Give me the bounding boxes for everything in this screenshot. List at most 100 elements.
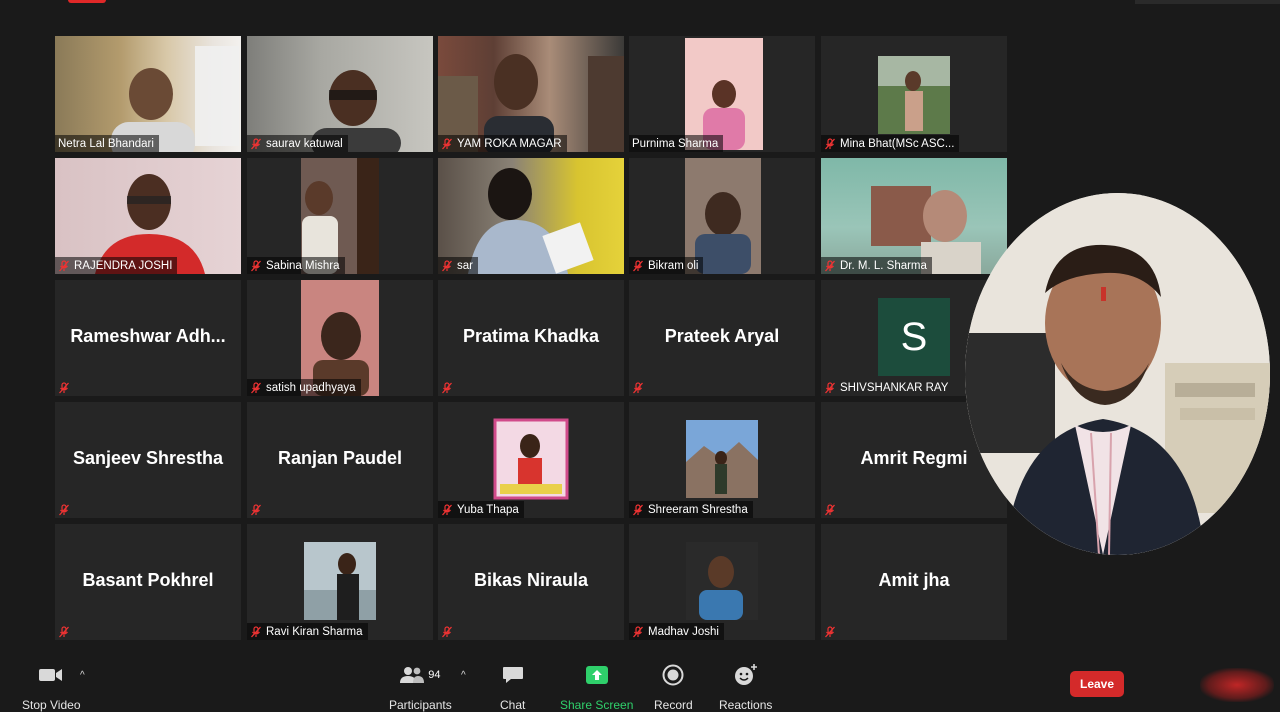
participant-name: Purnima Sharma <box>632 137 719 150</box>
participant-name-tag: sar <box>438 257 478 274</box>
participant-name-tag: Sabina Mishra <box>247 257 345 274</box>
participant-tile[interactable]: Rameshwar Adh... <box>55 280 241 396</box>
participant-name-tag: Mina Bhat(MSc ASC... <box>821 135 960 152</box>
mic-muted-icon <box>250 381 262 394</box>
participant-tile[interactable]: Pratima Khadka <box>438 280 624 396</box>
mic-muted-icon <box>250 259 262 272</box>
participant-tile[interactable]: Basant Pokhrel <box>55 524 241 640</box>
participant-name-tag: satish upadhyaya <box>247 379 361 396</box>
participant-name-tag: Purnima Sharma <box>629 135 724 152</box>
participant-tile[interactable]: Yuba Thapa <box>438 402 624 518</box>
participant-name: YAM ROKA MAGAR <box>457 137 562 150</box>
participant-tile[interactable]: Ravi Kiran Sharma <box>247 524 433 640</box>
participants-count: 94 <box>428 669 441 681</box>
share-screen-icon <box>585 662 609 688</box>
mic-muted-icon <box>441 137 453 150</box>
participant-name: Netra Lal Bhandari <box>58 137 154 150</box>
participant-tile[interactable]: Mina Bhat(MSc ASC... <box>821 36 1007 152</box>
stop-video-button[interactable]: Stop Video <box>22 662 81 712</box>
participant-name-tag <box>247 501 271 518</box>
mic-muted-icon <box>824 625 836 638</box>
reactions-smiley-icon <box>734 662 758 688</box>
participant-display-name: Rameshwar Adh... <box>70 326 226 346</box>
reactions-label: Reactions <box>719 698 773 712</box>
mic-muted-icon <box>824 137 836 150</box>
blurred-red-element <box>1200 668 1274 702</box>
participant-tile[interactable]: RAJENDRA JOSHI <box>55 158 241 274</box>
participant-tile[interactable]: sar <box>438 158 624 274</box>
participant-display-name: Basant Pokhrel <box>82 570 214 590</box>
participant-name: satish upadhyaya <box>266 381 356 394</box>
record-label: Record <box>654 698 693 712</box>
participant-name-tag: Yuba Thapa <box>438 501 524 518</box>
participant-name-tag: Netra Lal Bhandari <box>55 135 159 152</box>
participant-name-tag <box>629 379 653 396</box>
video-camera-icon <box>38 662 64 688</box>
mic-muted-icon <box>441 503 453 516</box>
record-icon <box>662 662 684 688</box>
participants-label: Participants <box>389 698 452 712</box>
chat-button[interactable]: Chat <box>500 662 525 712</box>
participant-tile[interactable]: Dr. M. L. Sharma <box>821 158 1007 274</box>
record-button[interactable]: Record <box>654 662 693 712</box>
mic-muted-icon <box>824 503 836 516</box>
mic-muted-icon <box>250 503 262 516</box>
overlay-portrait-photo <box>965 193 1270 555</box>
mic-muted-icon <box>632 503 644 516</box>
participants-icon: 94 <box>400 662 440 688</box>
participant-display-name: Sanjeev Shrestha <box>72 448 224 468</box>
mic-muted-icon <box>58 381 70 394</box>
participant-name-tag: Shreeram Shrestha <box>629 501 753 518</box>
participants-options-chevron-up-icon[interactable]: ^ <box>461 670 466 681</box>
gallery-grid: Netra Lal Bhandari saurav katuwal YAM RO… <box>55 36 1007 640</box>
participant-name-tag: SHIVSHANKAR RAY <box>821 379 953 396</box>
participant-name-tag <box>438 623 462 640</box>
participant-name-tag <box>821 501 845 518</box>
top-bar <box>0 0 1280 20</box>
participant-name: SHIVSHANKAR RAY <box>840 381 949 394</box>
top-right-edge <box>1135 0 1280 4</box>
participant-tile[interactable]: Sabina Mishra <box>247 158 433 274</box>
mic-muted-icon <box>250 137 262 150</box>
mic-muted-icon <box>441 625 453 638</box>
participant-tile[interactable]: Sanjeev Shrestha <box>55 402 241 518</box>
mic-muted-icon <box>441 259 453 272</box>
participant-tile-active-speaker[interactable]: Purnima Sharma <box>629 36 815 152</box>
mic-muted-icon <box>632 381 644 394</box>
participant-display-name: Pratima Khadka <box>462 326 600 346</box>
mic-muted-icon <box>632 625 644 638</box>
share-screen-button[interactable]: Share Screen <box>560 662 633 712</box>
participant-name: Bikram oli <box>648 259 699 272</box>
mic-muted-icon <box>824 259 836 272</box>
participant-tile[interactable]: Netra Lal Bhandari <box>55 36 241 152</box>
participant-name-tag <box>55 623 79 640</box>
video-options-chevron-up-icon[interactable]: ^ <box>80 670 85 681</box>
participant-name: saurav katuwal <box>266 137 343 150</box>
participant-name-tag: RAJENDRA JOSHI <box>55 257 178 274</box>
participants-button[interactable]: 94 Participants <box>389 662 452 712</box>
participant-name-tag <box>821 623 845 640</box>
participant-name: Madhav Joshi <box>648 625 719 638</box>
leave-meeting-button[interactable]: Leave <box>1070 671 1124 697</box>
participant-tile[interactable]: Amit jha <box>821 524 1007 640</box>
participant-tile[interactable]: Bikas Niraula <box>438 524 624 640</box>
participant-tile[interactable]: Madhav Joshi <box>629 524 815 640</box>
participant-name: Mina Bhat(MSc ASC... <box>840 137 955 150</box>
participant-name-tag: Madhav Joshi <box>629 623 724 640</box>
participant-tile[interactable]: Shreeram Shrestha <box>629 402 815 518</box>
participant-tile[interactable]: Ranjan Paudel <box>247 402 433 518</box>
participant-tile[interactable]: saurav katuwal <box>247 36 433 152</box>
mic-muted-icon <box>250 625 262 638</box>
mic-muted-icon <box>58 503 70 516</box>
participant-name: sar <box>457 259 473 272</box>
meeting-controls-bar: Stop Video ^ 94 Participants ^ Chat Shar… <box>0 656 1280 712</box>
mic-muted-icon <box>632 259 644 272</box>
participant-tile[interactable]: YAM ROKA MAGAR <box>438 36 624 152</box>
participant-tile[interactable]: satish upadhyaya <box>247 280 433 396</box>
participant-name: Sabina Mishra <box>266 259 340 272</box>
participant-tile[interactable]: Bikram oli <box>629 158 815 274</box>
participant-tile[interactable]: Prateek Aryal <box>629 280 815 396</box>
reactions-button[interactable]: Reactions <box>719 662 772 712</box>
participant-name-tag <box>438 379 462 396</box>
share-screen-label: Share Screen <box>560 698 634 712</box>
